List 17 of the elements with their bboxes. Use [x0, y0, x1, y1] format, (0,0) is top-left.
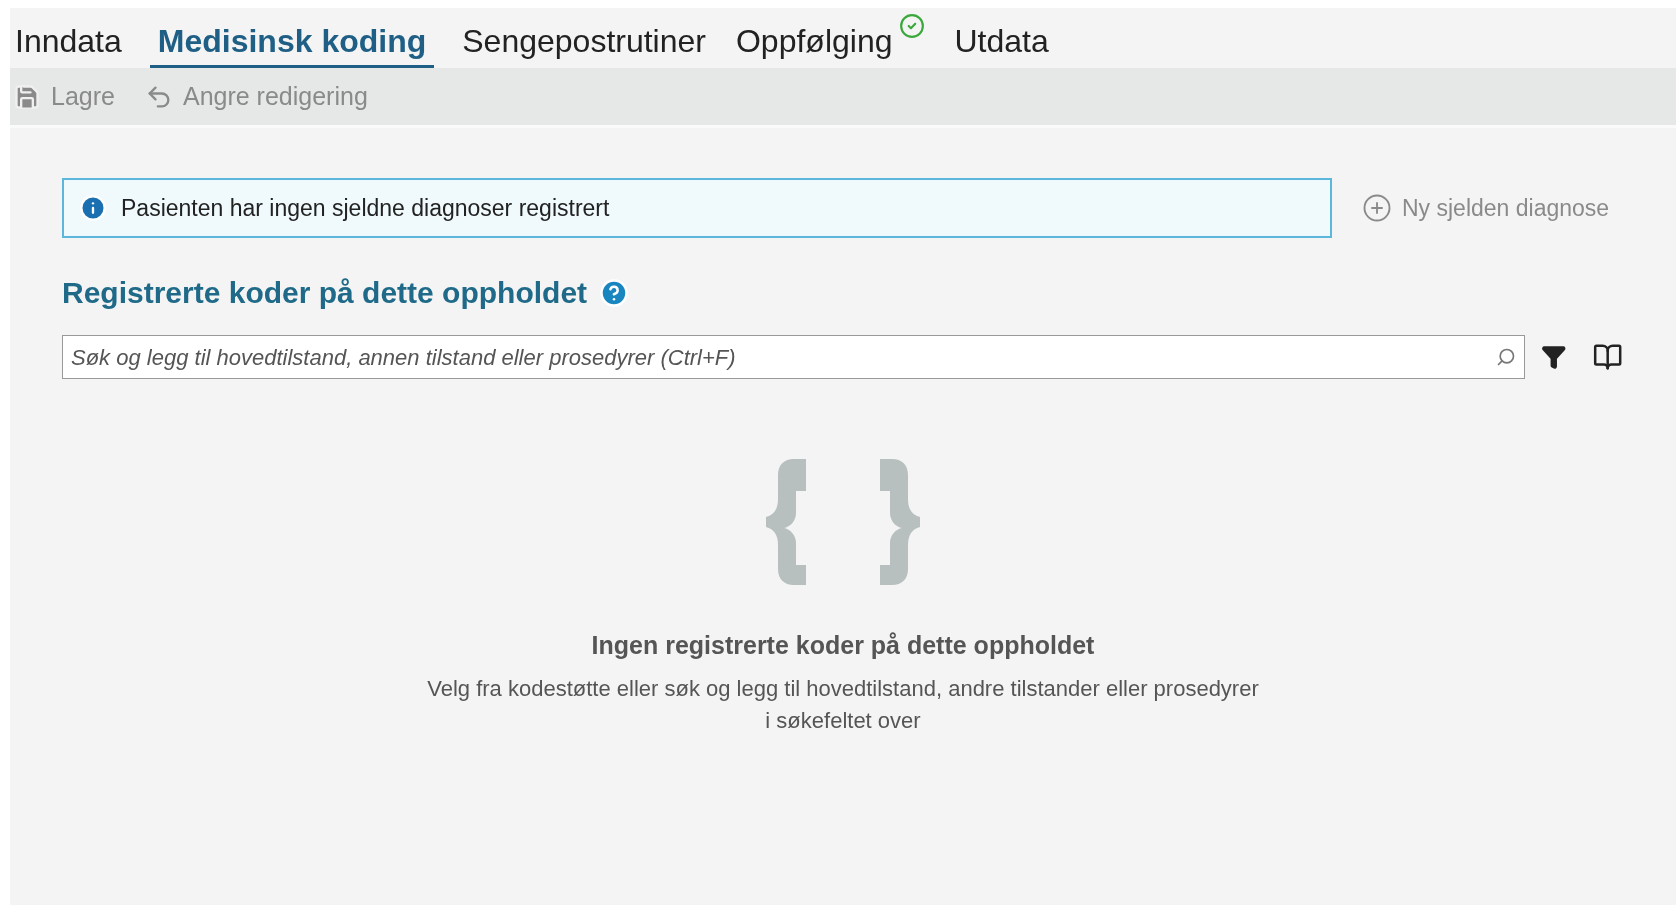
tab[interactable]: Inndata: [13, 13, 124, 68]
check-icon: [898, 13, 925, 39]
empty-message: Velg fra kodestøtte eller søk og legg til hovedtilstand, andre tilstander eller prosedyrer i søkefeltet over: [426, 674, 1260, 735]
info-icon: [79, 194, 107, 222]
empty-title: Ingen registrerte koder på dette oppholdet: [591, 630, 1095, 661]
plus-icon: [1362, 193, 1392, 223]
tab[interactable]: Oppfølging: [733, 13, 927, 68]
tab[interactable]: Utdata: [952, 13, 1051, 68]
section-title: Registrerte koder på dette oppholdet: [62, 275, 588, 311]
save-icon: [13, 82, 41, 111]
search-field[interactable]: Søk og legg til hovedtilstand, annen tilstand eller prosedyrer (Ctrl+F): [62, 335, 1526, 379]
search-icon: [1496, 347, 1517, 367]
info-text: Pasienten har ingen sjeldne diagnoser registrert: [121, 193, 610, 223]
tab[interactable]: Sengepostrutiner: [460, 13, 708, 68]
search-input[interactable]: Søk og legg til hovedtilstand, annen tilstand eller prosedyrer (Ctrl+F): [71, 340, 1497, 374]
help-icon: [599, 277, 630, 308]
filter-icon[interactable]: [1541, 344, 1567, 370]
